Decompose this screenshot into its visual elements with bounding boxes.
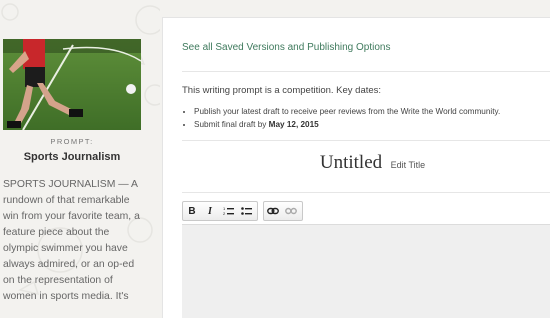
text-editor-area[interactable] [182, 224, 550, 318]
key-date-item: Publish your latest draft to receive pee… [194, 105, 500, 118]
prompt-description-line: on the representation of [3, 275, 113, 286]
key-dates-list: Publish your latest draft to receive pee… [182, 105, 500, 131]
numbered-list-icon: 1 2 [223, 206, 234, 216]
sidebar: PROMPT: Sports Journalism SPORTS JOURNAL… [0, 0, 160, 305]
sports-hero-image [3, 39, 141, 130]
edit-title-link[interactable]: Edit Title [391, 160, 426, 170]
link-icon [267, 207, 279, 215]
prompt-title: Sports Journalism [23, 151, 121, 163]
formatting-toolbar: B I 1 2 [182, 201, 550, 223]
prompt-label: PROMPT: [50, 137, 94, 146]
key-date-text: Submit final draft by [194, 120, 269, 129]
prompt-description-line: feature piece about the [3, 227, 110, 238]
competition-intro: This writing prompt is a competition. Ke… [182, 85, 382, 96]
italic-button[interactable]: I [201, 202, 219, 220]
editor-panel: See all Saved Versions and Publishing Op… [162, 17, 550, 318]
unlink-button[interactable] [282, 202, 300, 220]
link-group [263, 201, 303, 221]
document-title-row: Untitled Edit Title [182, 152, 550, 174]
divider [182, 140, 550, 141]
divider [182, 192, 550, 193]
prompt-description-line: olympic swimmer you have [3, 243, 128, 254]
prompt-description-line: women in sports media. It's [3, 291, 129, 302]
bulleted-list-icon [240, 207, 252, 215]
prompt-description-line: rundown of that remarkable [3, 195, 130, 206]
saved-versions-link[interactable]: See all Saved Versions and Publishing Op… [182, 42, 390, 53]
divider [182, 71, 550, 72]
prompt-description-line: SPORTS JOURNALISM — A [3, 179, 138, 190]
bulleted-list-button[interactable] [237, 202, 255, 220]
link-button[interactable] [264, 202, 282, 220]
numbered-list-button[interactable]: 1 2 [219, 202, 237, 220]
unlink-icon [285, 207, 297, 215]
prompt-description: SPORTS JOURNALISM — A rundown of that re… [3, 177, 155, 305]
key-date-item: Submit final draft by May 12, 2015 [194, 118, 500, 131]
key-date-text: Publish your latest draft to receive pee… [194, 107, 501, 116]
prompt-description-line: always admired, or an op-ed [3, 259, 135, 270]
text-format-group: B I 1 2 [182, 201, 258, 221]
prompt-description-line: win from your favorite team, a [3, 211, 140, 222]
svg-text:2: 2 [223, 211, 226, 216]
deadline-date: May 12, 2015 [268, 120, 319, 129]
document-title: Untitled [319, 152, 383, 173]
bold-button[interactable]: B [183, 202, 201, 220]
